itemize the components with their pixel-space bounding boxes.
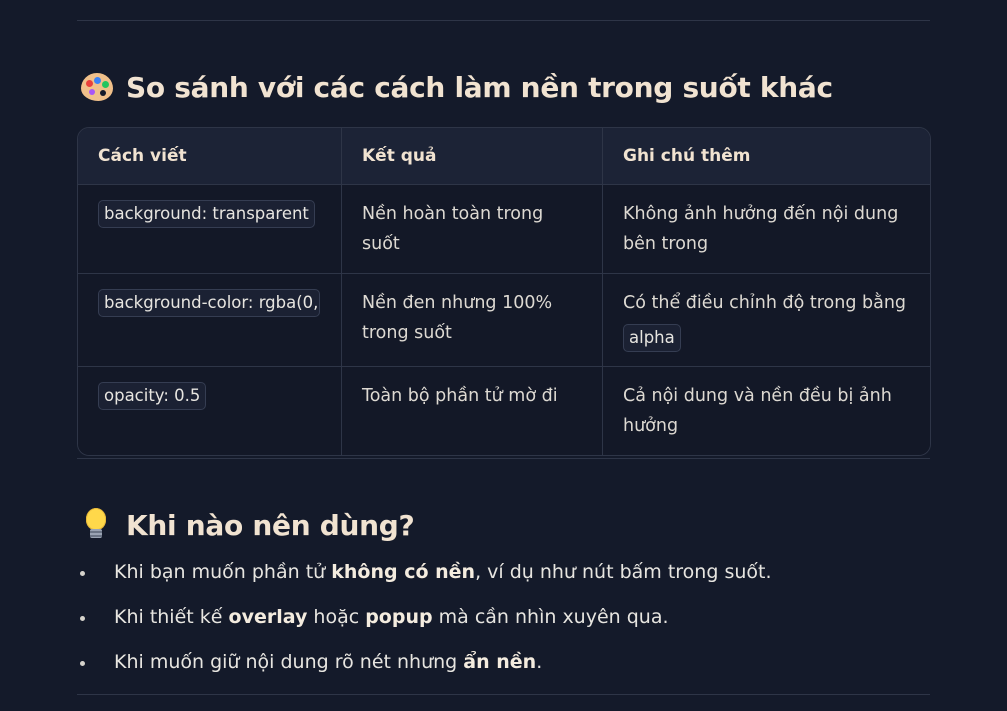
divider (77, 458, 930, 459)
column-header: Ghi chú thêm (602, 128, 930, 185)
table-cell: Toàn bộ phần tử mờ đi (341, 367, 602, 455)
note-text: Có thể điều chỉnh độ trong bằng (623, 293, 907, 313)
section-title-text: So sánh với các cách làm nền trong suốt … (126, 70, 833, 104)
light-bulb-icon (80, 508, 114, 542)
list-item: Khi bạn muốn phần tử không có nền, ví dụ… (77, 552, 772, 597)
code-snippet: background-color: rgba(0,0,0,0) (98, 289, 320, 317)
comparison-table: Cách viết Kết quả Ghi chú thêm backgroun… (77, 127, 931, 456)
note-text: Không ảnh hưởng đến nội dung bên trong (623, 204, 899, 254)
table-cell: Cả nội dung và nền đều bị ảnh hưởng (602, 367, 930, 455)
usage-list: Khi bạn muốn phần tử không có nền, ví dụ… (77, 552, 772, 687)
table-header-row: Cách viết Kết quả Ghi chú thêm (78, 128, 930, 185)
page: So sánh với các cách làm nền trong suốt … (0, 0, 1007, 711)
table-cell: Nền hoàn toàn trong suốt (341, 185, 602, 274)
section-heading-comparison: So sánh với các cách làm nền trong suốt … (80, 70, 833, 104)
table-row: background: transparent Nền hoàn toàn tr… (78, 185, 930, 274)
divider (77, 694, 930, 695)
table-row: background-color: rgba(0,0,0,0) Nền đen … (78, 274, 930, 367)
list-item: Khi thiết kế overlay hoặc popup mà cần n… (77, 597, 772, 642)
table-cell: Có thể điều chỉnh độ trong bằng alpha (602, 274, 930, 367)
table-cell: background-color: rgba(0,0,0,0) (78, 274, 341, 367)
note-text: Cả nội dung và nền đều bị ảnh hưởng (623, 386, 892, 436)
section-title-text: Khi nào nên dùng? (126, 508, 415, 542)
table-cell: Nền đen nhưng 100% trong suốt (341, 274, 602, 367)
table-row: opacity: 0.5 Toàn bộ phần tử mờ đi Cả nộ… (78, 367, 930, 455)
column-header: Cách viết (78, 128, 341, 185)
list-item: Khi muốn giữ nội dung rõ nét nhưng ẩn nề… (77, 642, 772, 687)
table-cell: background: transparent (78, 185, 341, 274)
table-cell: Không ảnh hưởng đến nội dung bên trong (602, 185, 930, 274)
divider (77, 20, 930, 21)
table-cell: opacity: 0.5 (78, 367, 341, 455)
palette-icon (80, 70, 114, 104)
section-heading-when-to-use: Khi nào nên dùng? (80, 508, 415, 542)
code-snippet: background: transparent (98, 200, 315, 228)
code-snippet: alpha (623, 324, 681, 352)
column-header: Kết quả (341, 128, 602, 185)
code-snippet: opacity: 0.5 (98, 382, 207, 410)
